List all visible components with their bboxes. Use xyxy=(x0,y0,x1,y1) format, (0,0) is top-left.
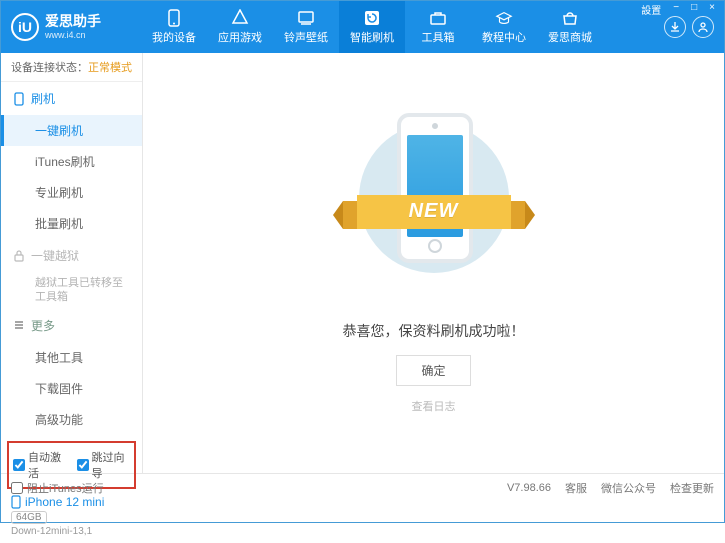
brand-name: 爱思助手 xyxy=(45,14,101,29)
checkbox-auto-activate[interactable]: 自动激活 xyxy=(13,449,67,481)
title-right xyxy=(664,16,724,38)
section-flash[interactable]: 刷机 xyxy=(1,82,142,115)
connection-status: 设备连接状态：正常模式 xyxy=(1,53,142,82)
user-button[interactable] xyxy=(692,16,714,38)
nav-label: 工具箱 xyxy=(422,29,455,45)
checkbox-input[interactable] xyxy=(11,482,23,494)
sidebar-item-download-firmware[interactable]: 下载固件 xyxy=(1,373,142,404)
refresh-icon xyxy=(363,9,381,27)
toolbox-icon xyxy=(429,9,447,27)
support-link[interactable]: 客服 xyxy=(565,480,587,496)
lock-icon xyxy=(13,250,25,262)
nav-my-device[interactable]: 我的设备 xyxy=(141,1,207,53)
store-icon xyxy=(561,9,579,27)
device-panel[interactable]: iPhone 12 mini 64GB Down-12mini-13,1 xyxy=(1,489,142,543)
new-ribbon: NEW xyxy=(357,195,511,229)
checkbox-input[interactable] xyxy=(77,459,89,471)
maximize-button[interactable]: □ xyxy=(687,2,701,17)
nav-tutorials[interactable]: 教程中心 xyxy=(471,1,537,53)
device-name: iPhone 12 mini xyxy=(11,495,132,509)
illustration: NEW xyxy=(359,113,509,303)
ok-button[interactable]: 确定 xyxy=(396,355,470,386)
check-update-link[interactable]: 检查更新 xyxy=(670,480,714,496)
nav-ringtones[interactable]: 铃声壁纸 xyxy=(273,1,339,53)
version-label: V7.98.66 xyxy=(507,482,551,494)
section-label: 一键越狱 xyxy=(31,247,79,264)
menu-icon xyxy=(13,319,25,331)
section-jailbreak: 一键越狱 xyxy=(1,239,142,272)
view-log-link[interactable]: 查看日志 xyxy=(412,398,456,414)
checkbox-skip-guide[interactable]: 跳过向导 xyxy=(77,449,131,481)
connection-mode: 正常模式 xyxy=(88,62,132,74)
nav-store[interactable]: 爱思商城 xyxy=(537,1,603,53)
nav-apps[interactable]: 应用游戏 xyxy=(207,1,273,53)
sidebar-item-oneclick-flash[interactable]: 一键刷机 xyxy=(1,115,142,146)
top-nav: 我的设备 应用游戏 铃声壁纸 智能刷机 工具箱 教程中心 爱思商城 xyxy=(141,1,664,53)
nav-label: 爱思商城 xyxy=(548,29,592,45)
apps-icon xyxy=(231,9,249,27)
nav-smart-flash[interactable]: 智能刷机 xyxy=(339,1,405,53)
phone-icon xyxy=(13,92,25,106)
checkbox-input[interactable] xyxy=(13,459,25,471)
section-label: 刷机 xyxy=(31,90,55,107)
sidebar-item-other-tools[interactable]: 其他工具 xyxy=(1,342,142,373)
sidebar-item-itunes-flash[interactable]: iTunes刷机 xyxy=(1,146,142,177)
sidebar-item-batch-flash[interactable]: 批量刷机 xyxy=(1,208,142,239)
settings-button[interactable]: 設置 xyxy=(637,2,665,17)
main-content: NEW 恭喜您，保资料刷机成功啦！ 确定 查看日志 xyxy=(143,53,724,473)
minimize-button[interactable]: − xyxy=(669,2,683,17)
storage-badge: 64GB xyxy=(11,511,47,524)
wechat-link[interactable]: 微信公众号 xyxy=(601,480,656,496)
nav-label: 教程中心 xyxy=(482,29,526,45)
checkbox-block-itunes[interactable]: 阻止iTunes运行 xyxy=(11,480,104,496)
sidebar: 设备连接状态：正常模式 刷机 一键刷机 iTunes刷机 专业刷机 批量刷机 一… xyxy=(1,53,143,473)
section-more[interactable]: 更多 xyxy=(1,309,142,342)
nav-label: 应用游戏 xyxy=(218,29,262,45)
nav-label: 铃声壁纸 xyxy=(284,29,328,45)
download-button[interactable] xyxy=(664,16,686,38)
title-bar: iU 爱思助手 www.i4.cn 我的设备 应用游戏 铃声壁纸 智能刷机 工具… xyxy=(1,1,724,53)
section-label: 更多 xyxy=(31,317,55,334)
wallpaper-icon xyxy=(297,9,315,27)
brand-url: www.i4.cn xyxy=(45,30,101,40)
status-message: 恭喜您，保资料刷机成功啦！ xyxy=(343,321,525,341)
graduation-icon xyxy=(495,9,513,27)
sidebar-item-pro-flash[interactable]: 专业刷机 xyxy=(1,177,142,208)
nav-label: 智能刷机 xyxy=(350,29,394,45)
close-button[interactable]: × xyxy=(705,2,719,17)
brand: iU 爱思助手 www.i4.cn xyxy=(1,13,141,41)
nav-toolbox[interactable]: 工具箱 xyxy=(405,1,471,53)
nav-label: 我的设备 xyxy=(152,29,196,45)
phone-icon xyxy=(11,495,21,509)
window-controls: 設置 − □ × xyxy=(637,2,719,17)
phone-icon xyxy=(165,9,183,27)
logo-icon: iU xyxy=(11,13,39,41)
jailbreak-note: 越狱工具已转移至工具箱 xyxy=(1,272,142,309)
sidebar-item-advanced[interactable]: 高级功能 xyxy=(1,404,142,435)
device-model: Down-12mini-13,1 xyxy=(11,526,132,537)
